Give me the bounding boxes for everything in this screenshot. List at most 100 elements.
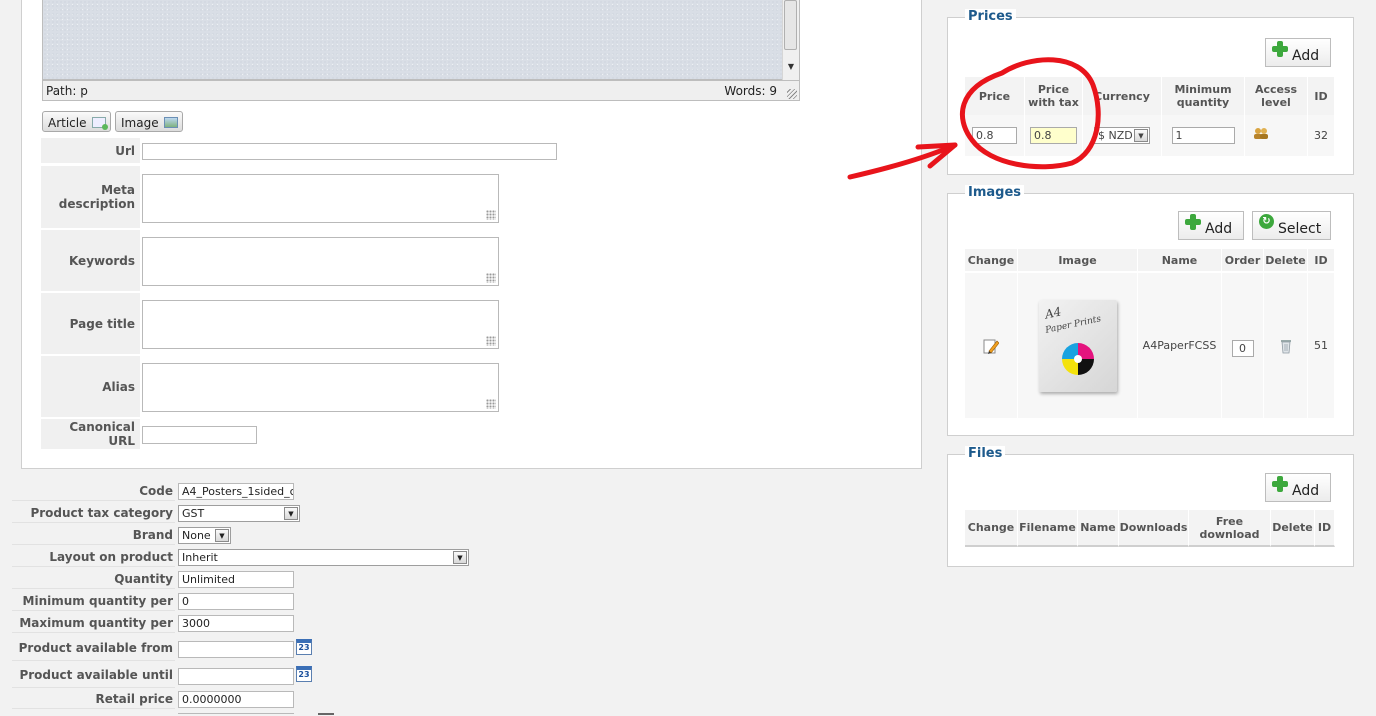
tax-category-select[interactable]: GST ▼ [178,505,300,522]
rich-text-editor[interactable] [42,0,800,80]
access-level-header-line1: Access [1254,83,1298,96]
price-input[interactable]: 0.8 [972,127,1017,144]
select-image-button[interactable]: ↻ Select [1252,211,1331,240]
plus-icon [1272,40,1288,57]
meta-description-textarea[interactable] [142,174,499,223]
price-id-header: ID [1308,77,1335,115]
price-id-cell: 32 [1308,115,1335,156]
meta-description-label: Meta description [41,166,140,228]
images-legend: Images [965,185,1025,200]
file-name-header: Name [1078,510,1119,547]
trash-icon[interactable] [1280,338,1292,354]
chevron-down-icon[interactable]: ▼ [284,507,298,520]
chevron-down-icon[interactable]: ▼ [453,551,467,564]
image-button-label: Image [121,115,159,130]
page-title-label: Page title [41,293,140,354]
insert-article-button[interactable]: Article [42,111,111,132]
available-until-input[interactable] [178,668,294,685]
available-until-label: Product available until [12,662,175,688]
url-label: Url [41,138,140,163]
access-level-cell [1245,115,1308,156]
add-file-button[interactable]: Add [1265,473,1331,502]
add-price-button[interactable]: Add [1265,38,1331,67]
image-delete-cell [1264,273,1308,418]
canonical-url-input[interactable] [142,426,257,444]
brand-value: None [182,529,211,542]
image-header: Image [1018,249,1138,271]
min-quantity-input[interactable]: 1 [1171,127,1235,144]
code-input[interactable]: A4_Posters_1sided_colo [178,483,294,500]
insert-image-button[interactable]: Image [115,111,183,132]
layout-select[interactable]: Inherit ▼ [178,549,469,566]
url-input[interactable] [142,143,557,160]
image-order-cell: 0 [1222,273,1264,418]
price-header: Price [965,77,1025,115]
canonical-url-label: Canonical URL [41,419,140,449]
brand-label: Brand [12,525,175,545]
file-downloads-header: Downloads [1119,510,1189,547]
textarea-resize-icon[interactable] [486,399,496,409]
quantity-input[interactable]: Unlimited [178,571,294,588]
chevron-down-icon[interactable]: ▼ [1134,129,1148,142]
access-level-header: Access level [1245,77,1308,115]
keywords-label: Keywords [41,230,140,291]
textarea-resize-icon[interactable] [486,273,496,283]
users-icon[interactable] [1254,127,1268,139]
image-thumbnail-cell: A4 Paper Prints [1018,273,1138,418]
prices-legend: Prices [965,9,1016,24]
tax-category-label: Product tax category [12,503,175,523]
image-delete-header: Delete [1264,249,1308,271]
file-id-header: ID [1315,510,1335,547]
calendar-icon[interactable]: 23 [296,666,312,682]
scroll-down-arrow-icon[interactable]: ▼ [785,62,797,76]
image-name-header: Name [1138,249,1222,271]
calendar-icon[interactable]: 23 [296,639,312,655]
textarea-resize-icon[interactable] [486,336,496,346]
min-quantity-header-line2: quantity [1176,96,1230,109]
layout-value: Inherit [182,551,218,564]
cmyk-circle-icon [1061,342,1094,375]
file-delete-header: Delete [1271,510,1315,547]
editor-word-count: Words: 9 [724,84,777,98]
free-download-header-line1: Free [1215,514,1244,528]
max-qty-input[interactable]: 3000 [178,615,294,632]
files-legend: Files [965,446,1006,461]
min-quantity-cell: 1 [1162,115,1245,156]
tax-category-value: GST [182,507,205,520]
retail-price-label: Retail price [12,689,175,709]
access-level-header-line2: level [1261,96,1291,109]
price-with-tax-input[interactable]: 0.8 [1030,127,1077,144]
resize-grip-icon[interactable] [787,89,797,99]
available-from-label: Product available from [12,635,175,661]
price-cell: 0.8 [965,115,1025,156]
alias-label: Alias [41,356,140,417]
image-id-header: ID [1308,249,1335,271]
file-filename-header: Filename [1018,510,1078,547]
min-qty-input[interactable]: 0 [178,593,294,610]
product-thumbnail[interactable]: A4 Paper Prints [1038,299,1117,392]
retail-price-input[interactable]: 0.0000000 [178,691,294,708]
select-arrow-icon: ↻ [1259,214,1274,229]
file-change-header: Change [965,510,1018,547]
picture-icon [163,117,178,128]
currency-select[interactable]: $ NZD ▼ [1094,127,1150,144]
image-order-input[interactable]: 0 [1231,340,1254,357]
available-from-input[interactable] [178,641,294,658]
page-title-textarea[interactable] [142,300,499,349]
select-image-label: Select [1278,221,1322,237]
chevron-down-icon[interactable]: ▼ [215,529,229,542]
add-image-button[interactable]: Add [1178,211,1244,240]
quantity-label: Quantity [12,569,175,589]
edit-pencil-icon[interactable] [983,338,999,354]
editor-scrollbar-thumb[interactable] [784,0,797,50]
add-price-label: Add [1292,48,1320,64]
article-button-label: Article [48,115,87,130]
plus-icon [1185,213,1201,230]
keywords-textarea[interactable] [142,237,499,286]
currency-value: $ NZD [1098,129,1133,142]
plus-icon [1272,475,1288,492]
brand-select[interactable]: None ▼ [178,527,231,544]
image-change-cell [965,273,1018,418]
alias-textarea[interactable] [142,363,499,412]
textarea-resize-icon[interactable] [486,210,496,220]
